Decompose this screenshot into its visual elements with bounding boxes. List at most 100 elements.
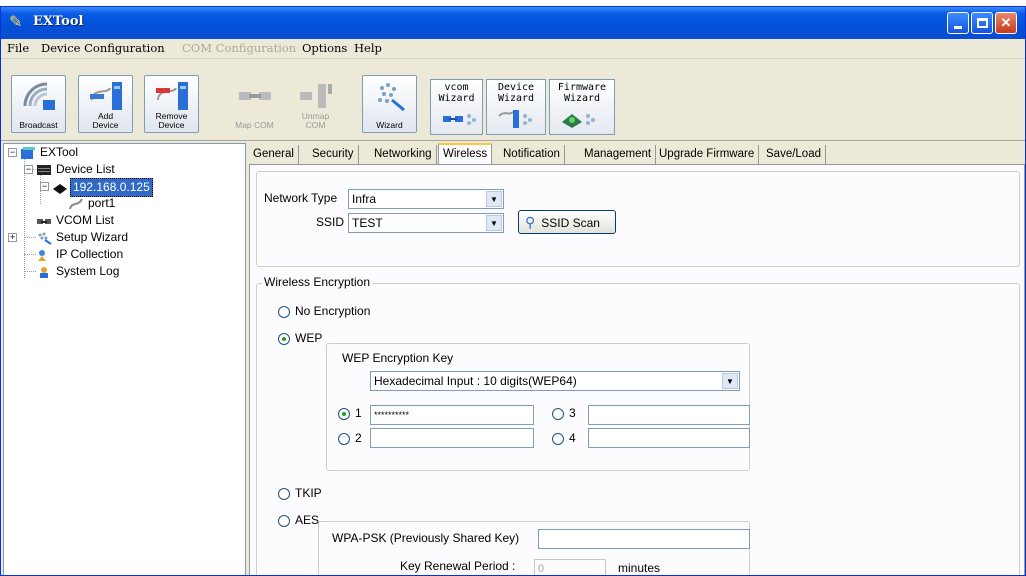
tree-item-setup-wizard[interactable]: Setup Wizard	[36, 229, 130, 246]
extool-icon	[21, 146, 35, 159]
wpa-psk-input[interactable]	[538, 529, 750, 549]
device-icon	[53, 183, 67, 194]
tree-item-extool[interactable]: EXTool	[20, 144, 80, 161]
tab-wireless[interactable]: Wireless	[438, 143, 493, 165]
wizard-icon	[378, 83, 405, 112]
app-icon: ✎	[9, 14, 23, 31]
tab-upgrade-firmware[interactable]: Upgrade Firmware	[655, 145, 760, 165]
tkip-radio[interactable]	[278, 488, 290, 500]
device-wizard-button[interactable]: Device Wizard	[486, 79, 546, 135]
ssid-value: TEST	[352, 216, 383, 230]
map-com-button[interactable]: Map COM	[227, 75, 282, 133]
tree-connector	[24, 254, 36, 255]
wep-key-format-select[interactable]: Hexadecimal Input : 10 digits(WEP64) ▼	[370, 371, 740, 391]
system-log-icon	[40, 266, 48, 278]
menu-options[interactable]: Options	[302, 41, 347, 55]
device-tree[interactable]: − EXTool − Device List − 192.168.0.125 p…	[3, 143, 246, 575]
tkip-label[interactable]: TKIP	[295, 486, 322, 500]
wep-key1-label: 1	[355, 406, 362, 420]
unmap-com-button[interactable]: Unmap COM	[288, 75, 343, 133]
setup-wizard-icon	[38, 232, 52, 245]
wizard-button[interactable]: Wizard	[362, 75, 417, 133]
wep-radio[interactable]	[278, 333, 290, 345]
tree-connector	[24, 158, 25, 278]
tree-item-system-log[interactable]: System Log	[36, 263, 121, 280]
wep-key3-input[interactable]	[588, 405, 750, 425]
broadcast-label: Broadcast	[19, 120, 58, 130]
toolbar: Broadcast Add Device Remove Device Map C…	[1, 61, 1025, 141]
tree-item-device-ip[interactable]: 192.168.0.125	[52, 178, 153, 197]
wep-key4-radio[interactable]	[552, 433, 564, 445]
ssid-label: SSID	[316, 215, 345, 229]
close-button[interactable]: ✕	[995, 12, 1017, 34]
ssid-scan-button[interactable]: ⚲ SSID Scan	[518, 210, 616, 234]
firmware-wizard-label: Firmware Wizard	[557, 82, 607, 104]
add-device-button[interactable]: Add Device	[78, 75, 133, 133]
tree-expand-setup-wizard[interactable]: +	[8, 233, 17, 242]
tree-collapse-device-list[interactable]: −	[24, 165, 33, 174]
minimize-button[interactable]	[947, 12, 969, 34]
broadcast-icon	[23, 82, 55, 110]
vcom-wizard-icon	[443, 114, 476, 125]
wireless-panel: Network Type Infra ▼ SSID TEST ▼ ⚲ SSID S…	[249, 164, 1025, 575]
vcom-list-icon	[37, 218, 51, 224]
wep-key2-input[interactable]	[370, 428, 534, 448]
tab-save-load[interactable]: Save/Load	[762, 145, 826, 165]
no-encryption-radio[interactable]	[278, 306, 290, 318]
title-bar[interactable]: ✎ EXTool ✕	[1, 7, 1025, 39]
unmap-com-icon	[300, 84, 332, 108]
wep-label[interactable]: WEP	[295, 331, 322, 345]
search-icon: ⚲	[525, 214, 536, 230]
tree-item-ip-collection[interactable]: IP Collection	[36, 246, 125, 263]
device-wizard-label: Device Wizard	[497, 82, 535, 104]
wep-key-group-title: WEP Encryption Key	[342, 351, 454, 365]
device-list-icon	[37, 164, 51, 175]
firmware-wizard-icon	[562, 114, 595, 128]
network-type-select[interactable]: Infra ▼	[348, 189, 504, 209]
wep-key4-input[interactable]	[588, 428, 750, 448]
tree-item-vcom-list[interactable]: VCOM List	[36, 212, 116, 229]
wep-key3-radio[interactable]	[552, 408, 564, 420]
tree-collapse-device[interactable]: −	[40, 182, 49, 191]
firmware-wizard-button[interactable]: Firmware Wizard	[549, 79, 615, 135]
wep-key3-label: 3	[569, 406, 576, 420]
menu-help[interactable]: Help	[354, 41, 382, 55]
tab-general[interactable]: General	[249, 145, 299, 165]
port-icon	[69, 198, 83, 210]
key-renewal-unit: minutes	[618, 561, 661, 575]
wep-key2-radio[interactable]	[338, 433, 350, 445]
menu-file[interactable]: File	[7, 41, 29, 55]
tree-item-port[interactable]: port1	[68, 195, 117, 212]
remove-device-icon	[156, 82, 188, 110]
add-device-label: Add Device	[92, 111, 119, 130]
vcom-wizard-button[interactable]: vcom Wizard	[430, 79, 483, 135]
wep-key1-radio[interactable]	[338, 408, 350, 420]
tree-collapse-root[interactable]: −	[8, 148, 17, 157]
no-encryption-label[interactable]: No Encryption	[295, 304, 370, 318]
minimize-icon	[954, 26, 962, 29]
key-renewal-input[interactable]: 0	[534, 559, 606, 575]
vcom-wizard-label: vcom Wizard	[438, 82, 475, 104]
remove-device-button[interactable]: Remove Device	[144, 75, 199, 133]
tab-notification[interactable]: Notification	[499, 145, 565, 165]
tab-management[interactable]: Management	[580, 145, 657, 165]
menu-device-configuration[interactable]: Device Configuration	[41, 41, 165, 55]
maximize-icon	[976, 18, 988, 28]
maximize-button[interactable]	[971, 12, 993, 34]
menu-com-configuration[interactable]: COM Configuration	[182, 41, 296, 55]
close-icon: ✕	[1000, 15, 1012, 30]
menu-bar: File Device Configuration COM Configurat…	[1, 39, 1025, 59]
wizard-label: Wizard	[376, 120, 403, 130]
tree-item-device-list[interactable]: Device List	[36, 161, 117, 178]
aes-radio[interactable]	[278, 515, 290, 527]
unmap-com-label: Unmap COM	[301, 111, 330, 130]
tab-networking[interactable]: Networking	[370, 145, 437, 165]
aes-label[interactable]: AES	[295, 513, 319, 527]
wpa-psk-label: WPA-PSK (Previously Shared Key)	[332, 531, 520, 545]
ssid-select[interactable]: TEST ▼	[348, 213, 504, 233]
wep-key1-input[interactable]: **********	[370, 405, 534, 425]
ssid-scan-label: SSID Scan	[541, 216, 600, 230]
tab-security[interactable]: Security	[308, 145, 359, 165]
network-type-value: Infra	[352, 192, 377, 206]
broadcast-button[interactable]: Broadcast	[11, 75, 66, 133]
